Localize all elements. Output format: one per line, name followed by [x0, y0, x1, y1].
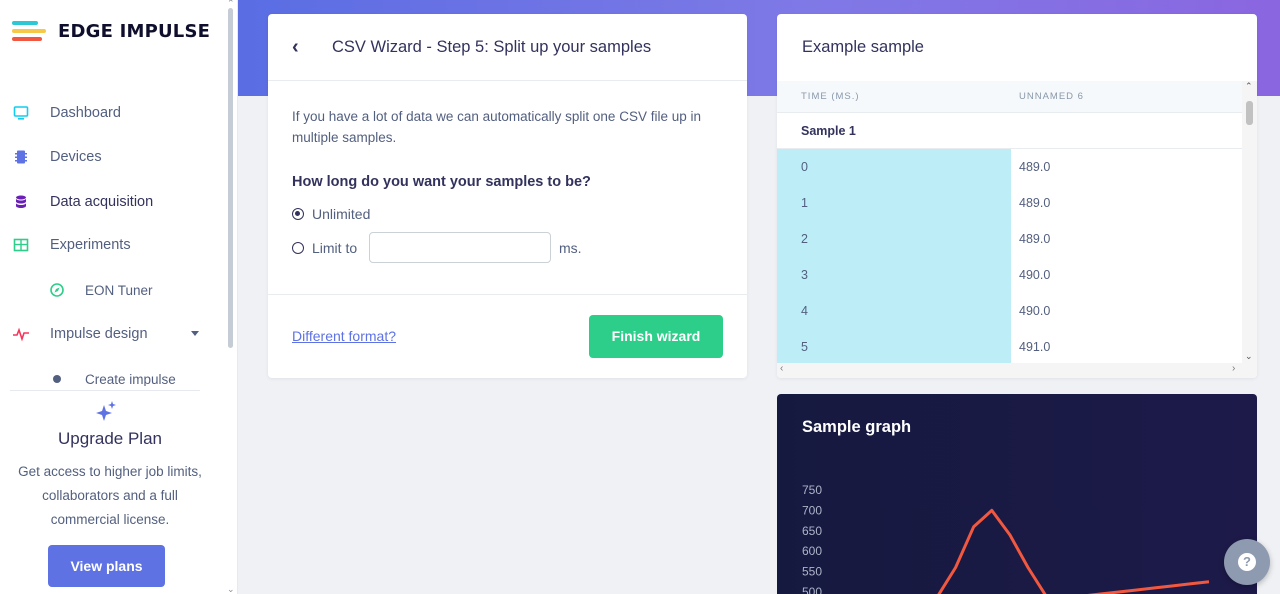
database-icon [12, 193, 30, 211]
upgrade-panel: Upgrade Plan Get access to higher job li… [10, 390, 202, 594]
sample-length-question: How long do you want your samples to be? [292, 174, 591, 190]
table-row: 4 490.0 [777, 293, 1242, 329]
sidebar-item-create-impulse[interactable]: Create impulse [0, 359, 226, 386]
radio-label: Unlimited [312, 206, 371, 222]
radio-label: Limit to [312, 240, 358, 256]
table-cell: 490.0 [1011, 293, 1242, 329]
table-horizontal-scrollbar[interactable]: ‹ › [777, 363, 1257, 378]
scroll-left-icon[interactable]: ‹ [780, 363, 783, 374]
sidebar-item-label: Impulse design [50, 326, 148, 342]
logo-icon [12, 20, 46, 42]
y-tick-label: 650 [802, 524, 822, 538]
pulse-icon [12, 325, 30, 343]
column-header: TIME (MS.) [801, 91, 860, 102]
sparkle-icon [94, 399, 118, 423]
compass-icon [48, 281, 66, 299]
radio-unlimited[interactable]: Unlimited [292, 206, 370, 222]
y-tick-label: 750 [802, 483, 822, 497]
y-tick-label: 550 [802, 565, 822, 579]
scrollbar-thumb[interactable] [228, 8, 233, 348]
sidebar-item-data-acquisition[interactable]: Data acquisition [0, 182, 226, 222]
y-tick-label: 600 [802, 544, 822, 558]
divider [268, 294, 747, 295]
series-line [937, 508, 1210, 594]
table-cell: 491.0 [1011, 329, 1242, 365]
table-row: 1 489.0 [777, 185, 1242, 221]
table-cell: 489.0 [1011, 221, 1242, 257]
sidebar-item-label: Create impulse [85, 371, 176, 387]
table-cell: 0 [777, 149, 1011, 185]
csv-wizard-card: ‹ CSV Wizard - Step 5: Split up your sam… [268, 14, 747, 378]
sidebar-scrollbar[interactable]: ⌃ ⌄ [227, 0, 235, 594]
sample-line-chart: 750 700 650 600 550 500 [802, 483, 1210, 594]
brand-logo[interactable]: EDGE IMPULSE [12, 20, 210, 42]
example-sample-card: Example sample TIME (MS.) UNNAMED 6 Samp… [777, 14, 1257, 378]
table-cell: 5 [777, 329, 1011, 365]
sidebar-item-label: Experiments [50, 237, 131, 253]
sidebar-item-label: Dashboard [50, 105, 121, 121]
column-header: UNNAMED 6 [1019, 91, 1084, 102]
table-header-row: TIME (MS.) UNNAMED 6 [777, 81, 1242, 113]
radio-checked-icon[interactable] [292, 208, 304, 220]
sidebar-item-eon-tuner[interactable]: EON Tuner [0, 270, 226, 310]
scroll-up-icon[interactable]: ⌃ [1245, 81, 1253, 92]
different-format-link[interactable]: Different format? [292, 328, 396, 344]
limit-ms-input[interactable] [369, 232, 551, 263]
y-tick-label: 700 [802, 503, 822, 517]
upgrade-title: Upgrade Plan [58, 429, 162, 448]
table-row: 5 491.0 [777, 329, 1242, 365]
table-cell: 489.0 [1011, 185, 1242, 221]
sample-label: Sample 1 [801, 124, 856, 138]
table-vertical-scrollbar[interactable]: ⌃ ⌄ [1242, 81, 1257, 363]
table-cell: 1 [777, 185, 1011, 221]
upgrade-description: Get access to higher job limits, collabo… [18, 464, 202, 527]
radio-limit-to[interactable]: Limit to [292, 240, 357, 256]
sample-graph-card: Sample graph 750 700 650 600 550 500 [777, 394, 1257, 594]
sidebar-item-devices[interactable]: Devices [0, 137, 226, 177]
finish-wizard-button[interactable]: Finish wizard [589, 315, 723, 358]
card-title: Example sample [802, 38, 924, 56]
sidebar-item-dashboard[interactable]: Dashboard [0, 93, 226, 133]
table-cell [1011, 113, 1242, 149]
table-row: 2 489.0 [777, 221, 1242, 257]
card-header: ‹ CSV Wizard - Step 5: Split up your sam… [268, 14, 747, 81]
table-row: 0 489.0 [777, 149, 1242, 185]
scroll-down-icon[interactable]: ⌄ [1245, 351, 1253, 362]
scroll-right-icon[interactable]: › [1232, 363, 1235, 374]
table-row: Sample 1 [777, 113, 1242, 149]
wizard-intro-text: If you have a lot of data we can automat… [292, 109, 701, 145]
table-row: 3 490.0 [777, 257, 1242, 293]
back-chevron-icon[interactable]: ‹ [292, 36, 299, 58]
sidebar-item-experiments[interactable]: Experiments [0, 225, 226, 265]
table-icon [12, 236, 30, 254]
y-tick-label: 500 [802, 585, 822, 594]
dot-icon [48, 370, 66, 386]
sidebar-nav: Dashboard Devices Data acquisition Exper… [0, 90, 226, 386]
table-cell: 2 [777, 221, 1011, 257]
table-cell: 490.0 [1011, 257, 1242, 293]
table-cell: 3 [777, 257, 1011, 293]
scroll-down-icon[interactable]: ⌄ [227, 584, 235, 594]
monitor-icon [12, 104, 30, 122]
chevron-down-icon[interactable] [191, 331, 199, 336]
unit-label: ms. [559, 240, 582, 256]
chip-icon [12, 148, 30, 166]
sidebar-item-impulse-design[interactable]: Impulse design [0, 314, 226, 354]
table-cell: 4 [777, 293, 1011, 329]
table-cell: 489.0 [1011, 149, 1242, 185]
sample-table: TIME (MS.) UNNAMED 6 Sample 1 0 489.0 1 … [777, 81, 1242, 365]
question-icon: ? [1238, 553, 1256, 571]
scrollbar-thumb[interactable] [1246, 101, 1253, 125]
help-button[interactable]: ? [1224, 539, 1270, 585]
card-title: CSV Wizard - Step 5: Split up your sampl… [332, 38, 652, 56]
sidebar: EDGE IMPULSE Dashboard Devices Data acqu… [0, 0, 238, 594]
sidebar-item-label: Devices [50, 149, 102, 165]
radio-unchecked-icon[interactable] [292, 242, 304, 254]
sidebar-item-label: EON Tuner [85, 282, 153, 298]
brand-name: EDGE IMPULSE [58, 20, 211, 42]
view-plans-button[interactable]: View plans [48, 545, 165, 587]
sidebar-item-label: Data acquisition [50, 194, 154, 210]
